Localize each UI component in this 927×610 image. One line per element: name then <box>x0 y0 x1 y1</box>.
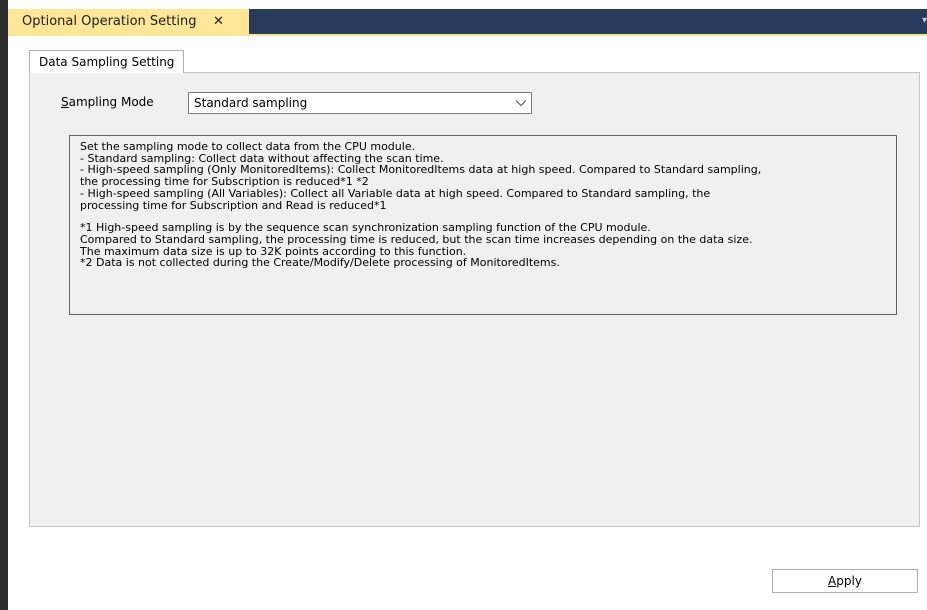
description-line: - High-speed sampling (Only MonitoredIte… <box>80 164 762 177</box>
sampling-mode-dropdown[interactable]: Standard sampling <box>188 92 532 114</box>
description-line: - Standard sampling: Collect data withou… <box>80 152 444 165</box>
sampling-mode-description: Set the sampling mode to collect data fr… <box>69 135 897 315</box>
tab-data-sampling-setting[interactable]: Data Sampling Setting <box>29 50 185 73</box>
apply-button[interactable]: Apply <box>772 569 918 593</box>
sampling-mode-selected-value: Standard sampling <box>194 96 308 110</box>
tab-overflow-icon[interactable]: ▾ <box>922 15 927 26</box>
description-line: *1 High-speed sampling is by the sequenc… <box>80 222 651 234</box>
apply-button-label: pply <box>836 574 862 588</box>
sampling-mode-label-text: ampling Mode <box>68 95 154 109</box>
close-icon[interactable]: ✕ <box>210 14 226 29</box>
description-line: *2 Data is not collected during the Crea… <box>80 257 560 270</box>
description-gap <box>80 211 886 222</box>
chevron-down-icon[interactable] <box>511 93 531 113</box>
description-line: - High-speed sampling (All Variables): C… <box>80 187 711 200</box>
tab-data-sampling-setting-label: Data Sampling Setting <box>39 55 175 69</box>
sampling-mode-label-mnemonic: S <box>61 95 69 109</box>
description-line: Set the sampling mode to collect data fr… <box>80 141 416 153</box>
description-line: The maximum data size is up to 32K point… <box>80 245 467 258</box>
apply-button-mnemonic: A <box>828 574 837 588</box>
document-tab-label: Optional Operation Setting <box>22 14 197 29</box>
description-line: the processing time for Subscription is … <box>80 176 369 188</box>
description-line: processing time for Subscription and Rea… <box>80 199 387 212</box>
document-tab-optional-operation-setting[interactable]: Optional Operation Setting ✕ <box>8 9 249 34</box>
description-line: Compared to Standard sampling, the proce… <box>80 233 753 246</box>
sampling-mode-label: Sampling Mode <box>61 95 154 109</box>
window-left-border <box>0 0 8 610</box>
